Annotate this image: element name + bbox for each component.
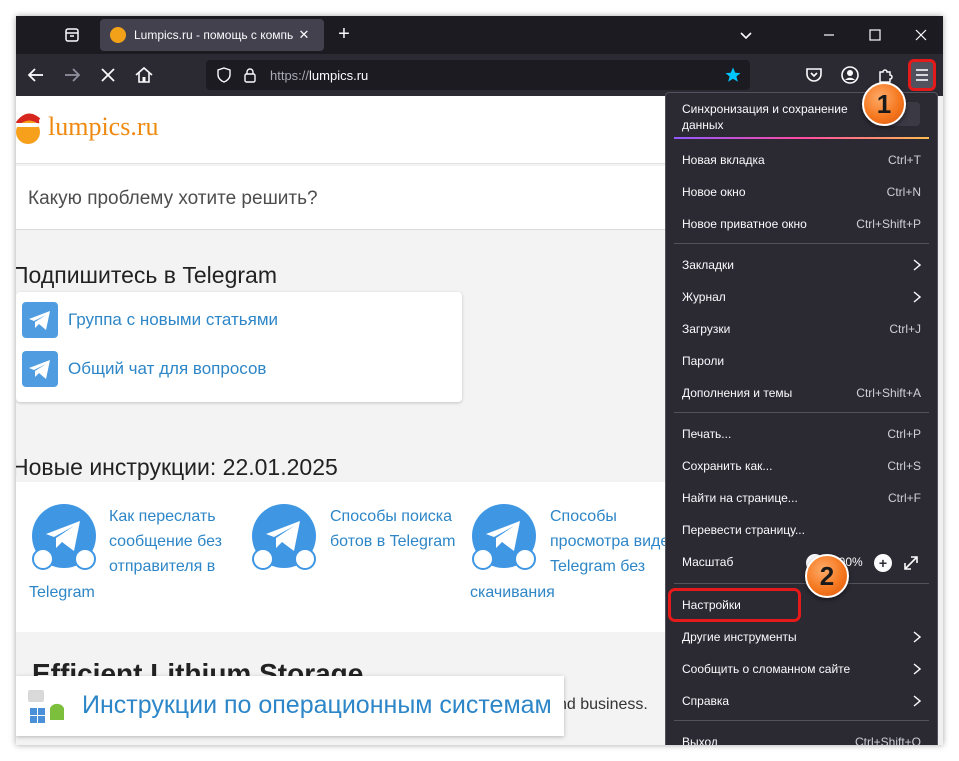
article-title-tail: Telegram <box>29 584 95 601</box>
settings-highlight <box>668 588 801 622</box>
loading-icon <box>472 548 494 570</box>
close-icon[interactable]: ✕ <box>296 27 312 43</box>
pocket-icon[interactable] <box>802 63 826 87</box>
article-card[interactable]: Способы поиска ботов в Telegram <box>236 482 456 632</box>
menu-item-zoom: Масштаб − 100% + <box>666 546 937 578</box>
menu-item-save-as[interactable]: Сохранить как... Ctrl+S <box>666 450 937 482</box>
telegram-link-chat[interactable]: Общий чат для вопросов <box>22 351 452 387</box>
article-card[interactable]: Способы просмотра виде Telegram без скач… <box>456 482 676 632</box>
menu-item-print[interactable]: Печать... Ctrl+P <box>666 418 937 450</box>
telegram-icon <box>22 351 58 387</box>
chevron-right-icon <box>913 631 921 643</box>
chevron-right-icon <box>913 291 921 303</box>
telegram-link-label: Общий чат для вопросов <box>68 359 267 378</box>
telegram-link-articles[interactable]: Группа с новыми статьями <box>22 302 452 338</box>
forward-icon <box>74 548 96 570</box>
close-window-button[interactable] <box>898 20 943 50</box>
menu-item-new-tab[interactable]: Новая вкладка Ctrl+T <box>666 144 937 176</box>
chevron-right-icon <box>913 695 921 707</box>
hidden-eye-icon <box>32 548 54 570</box>
step-callout-1: 1 <box>862 82 906 126</box>
minimize-button[interactable] <box>806 20 852 50</box>
os-instructions-banner[interactable]: Инструкции по операционным системам <box>16 676 564 736</box>
tab-title: Lumpics.ru - помощь с компь <box>134 28 294 42</box>
shield-icon[interactable] <box>216 67 232 83</box>
url-text[interactable]: https://lumpics.ru <box>270 68 368 83</box>
forward-arrow-icon[interactable] <box>60 63 84 87</box>
tab-list-icon[interactable] <box>60 23 84 47</box>
fullscreen-icon[interactable] <box>900 552 922 574</box>
home-icon[interactable] <box>132 63 156 87</box>
tab-bar: Lumpics.ru - помощь с компь ✕ + <box>16 16 943 54</box>
menu-item-report-site[interactable]: Сообщить о сломанном сайте <box>666 653 937 685</box>
logo-icon[interactable] <box>16 108 46 146</box>
back-arrow-icon[interactable] <box>24 63 48 87</box>
os-icon <box>26 686 66 726</box>
menu-item-passwords[interactable]: Пароли <box>666 345 937 377</box>
star-icon[interactable] <box>724 66 742 84</box>
app-menu-panel: Синхронизация и сохранение данных Новая … <box>665 92 938 745</box>
article-title-tail: скачивания <box>470 584 555 601</box>
telegram-card: Группа с новыми статьями Общий чат для в… <box>16 292 462 402</box>
menu-separator <box>674 583 929 584</box>
hamburger-icon[interactable] <box>908 59 936 91</box>
search-placeholder: Какую проблему хотите решить? <box>28 188 318 209</box>
menu-item-bookmarks[interactable]: Закладки <box>666 249 937 281</box>
step-callout-2: 2 <box>805 554 849 598</box>
article-title: Способы просмотра виде Telegram без <box>550 508 670 575</box>
menu-item-addons[interactable]: Дополнения и темы Ctrl+Shift+A <box>666 377 937 409</box>
menu-item-downloads[interactable]: Загрузки Ctrl+J <box>666 313 937 345</box>
url-protocol: https:// <box>270 68 310 83</box>
tab-active[interactable]: Lumpics.ru - помощь с компь ✕ <box>100 19 324 51</box>
search-icon <box>294 548 316 570</box>
sync-title[interactable]: Синхронизация и сохранение данных <box>682 101 862 133</box>
favicon-icon <box>110 27 126 43</box>
menu-separator <box>674 412 929 413</box>
account-icon[interactable] <box>838 63 862 87</box>
lock-icon[interactable] <box>242 67 258 83</box>
menu-item-translate[interactable]: Перевести страницу... <box>666 514 937 546</box>
new-articles-heading: Новые инструкции: 22.01.2025 <box>16 454 338 480</box>
stop-icon[interactable] <box>96 63 120 87</box>
menu-item-private-window[interactable]: Новое приватное окно Ctrl+Shift+P <box>666 208 937 240</box>
os-banner-label: Инструкции по операционным системам <box>82 691 552 719</box>
chevron-right-icon <box>913 259 921 271</box>
navigation-toolbar: https://lumpics.ru <box>16 54 943 96</box>
menu-item-help[interactable]: Справка <box>666 685 937 717</box>
chevron-right-icon <box>913 663 921 675</box>
maximize-button[interactable] <box>852 20 898 50</box>
ad-text: nd business. <box>558 696 648 713</box>
url-bar[interactable]: https://lumpics.ru <box>206 60 750 90</box>
telegram-icon <box>22 302 58 338</box>
plus-icon[interactable]: + <box>332 23 356 47</box>
bot-icon <box>252 548 274 570</box>
url-host: lumpics.ru <box>309 68 369 83</box>
menu-item-exit[interactable]: Выход Ctrl+Shift+Q <box>666 726 937 745</box>
site-logo[interactable]: lumpics.ru <box>48 112 159 142</box>
menu-item-history[interactable]: Журнал <box>666 281 937 313</box>
telegram-heading: Подпишитесь в Telegram <box>16 262 277 288</box>
article-title: Как переслать сообщение без отправителя … <box>109 508 223 575</box>
video-icon <box>514 548 536 570</box>
menu-separator <box>674 243 929 244</box>
browser-window: Lumpics.ru - помощь с компь ✕ + https://… <box>16 16 943 745</box>
article-title: Способы поиска ботов в Telegram <box>330 508 456 550</box>
chevron-down-icon[interactable] <box>736 25 756 45</box>
sync-divider <box>674 137 929 139</box>
menu-item-more-tools[interactable]: Другие инструменты <box>666 621 937 653</box>
article-card[interactable]: Как переслать сообщение без отправителя … <box>16 482 236 632</box>
menu-separator <box>674 720 929 721</box>
telegram-link-label: Группа с новыми статьями <box>68 310 279 329</box>
zoom-in-button[interactable]: + <box>874 554 892 572</box>
menu-item-find[interactable]: Найти на странице... Ctrl+F <box>666 482 937 514</box>
menu-item-new-window[interactable]: Новое окно Ctrl+N <box>666 176 937 208</box>
